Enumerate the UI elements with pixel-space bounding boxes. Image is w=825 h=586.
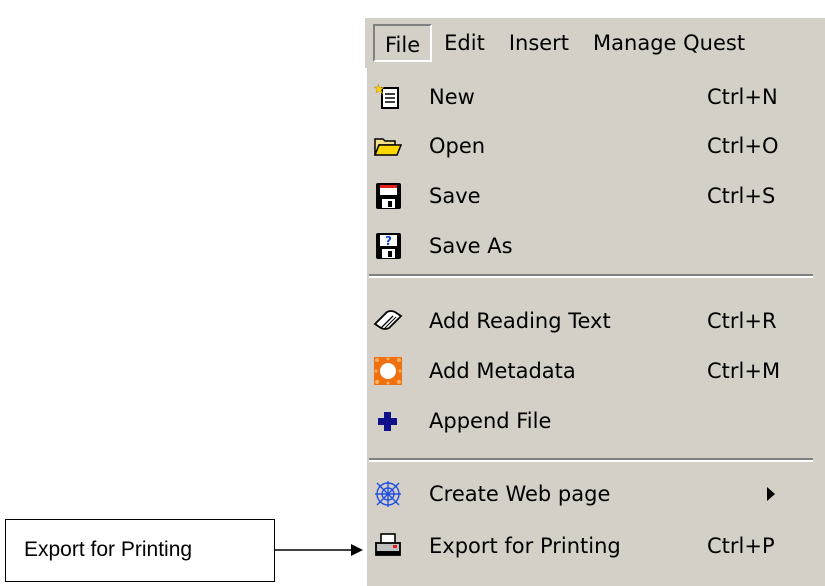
menu-item-shortcut: Ctrl+N: [707, 85, 778, 109]
menu-item-label: Create Web page: [429, 482, 611, 506]
plus-icon: [378, 412, 397, 431]
menu-separator: [369, 274, 813, 278]
menu-item-label: Add Reading Text: [429, 309, 611, 333]
callout-arrow-icon: [275, 544, 363, 556]
menu-item-label: Open: [429, 134, 486, 158]
menu-item-label: Save: [429, 184, 481, 208]
web-icon: [375, 481, 401, 507]
floppy-disk-icon: [376, 183, 401, 209]
menu-item-new[interactable]: New Ctrl+N: [367, 74, 825, 120]
menu-edit[interactable]: Edit: [432, 24, 497, 62]
menu-separator: [369, 458, 813, 462]
open-folder-icon: [373, 138, 403, 156]
menu-file[interactable]: File: [373, 24, 433, 62]
menu-item-shortcut: Ctrl+S: [707, 184, 776, 208]
menu-manage-questions[interactable]: Manage Quest: [581, 24, 757, 62]
menu-item-append-file[interactable]: Append File: [367, 398, 825, 444]
file-menu-dropdown: New Ctrl+N Open Ctrl+O Save Ctrl+S ? Sav…: [365, 68, 825, 586]
menu-item-add-reading-text[interactable]: Add Reading Text Ctrl+R: [367, 298, 825, 344]
menu-item-label: New: [429, 85, 475, 109]
menu-item-create-web-page[interactable]: Create Web page: [367, 471, 825, 517]
menu-item-shortcut: Ctrl+P: [707, 534, 775, 558]
menu-item-label: Add Metadata: [429, 359, 576, 383]
callout-label: Export for Printing: [24, 538, 193, 561]
menu-item-open[interactable]: Open Ctrl+O: [367, 123, 825, 169]
menu-item-save-as[interactable]: ? Save As: [367, 223, 825, 269]
menu-bar: File Edit Insert Manage Quest: [365, 18, 825, 68]
menu-item-save[interactable]: Save Ctrl+S: [367, 173, 825, 219]
menu-item-add-metadata[interactable]: Add Metadata Ctrl+M: [367, 348, 825, 394]
menu-insert[interactable]: Insert: [497, 24, 581, 62]
menu-item-label: Append File: [429, 409, 552, 433]
new-document-icon: [373, 83, 399, 109]
menu-item-shortcut: Ctrl+M: [707, 359, 781, 383]
submenu-arrow-icon: [767, 487, 775, 501]
menu-item-shortcut: Ctrl+R: [707, 309, 777, 333]
menu-item-shortcut: Ctrl+O: [707, 134, 779, 158]
menu-item-export-for-printing[interactable]: Export for Printing Ctrl+P: [367, 523, 825, 569]
svg-text:?: ?: [385, 234, 392, 248]
menu-item-label: Save As: [429, 234, 513, 258]
save-as-icon: ?: [376, 233, 401, 259]
metadata-icon: [374, 357, 402, 385]
menu-item-label: Export for Printing: [429, 534, 621, 558]
printer-icon: [375, 533, 401, 556]
book-icon: [373, 310, 403, 330]
